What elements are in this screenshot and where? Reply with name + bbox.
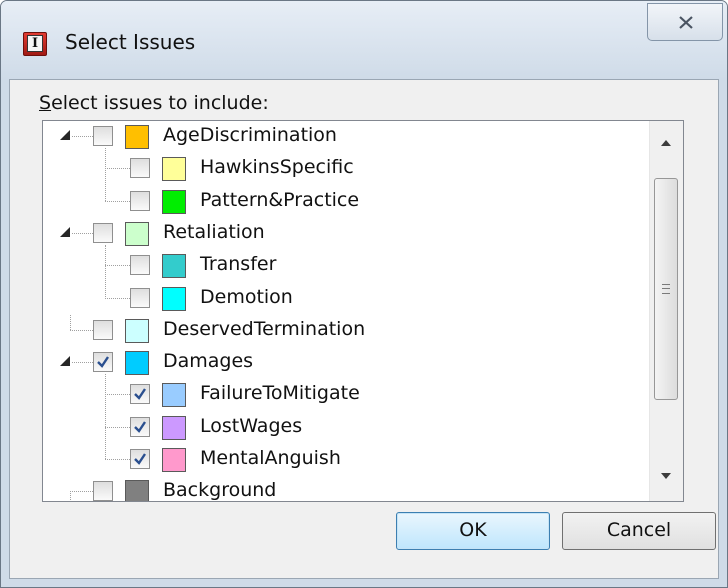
issue-label[interactable]: HawkinsSpecific [200, 156, 354, 178]
expand-toggle-icon[interactable] [60, 226, 70, 237]
issue-label[interactable]: Transfer [200, 253, 276, 275]
tree-item[interactable]: Damages [43, 347, 683, 377]
issue-checkbox[interactable] [93, 352, 113, 373]
select-issues-dialog: I Select Issues Select issues to include… [0, 0, 728, 588]
tree-child-item[interactable]: FailureToMitigate [43, 379, 683, 409]
issues-tree[interactable]: AgeDiscrimination HawkinsSpecific Pattern&… [42, 120, 684, 502]
issue-color-swatch [162, 448, 186, 472]
tree-child-item[interactable]: Transfer [43, 250, 683, 280]
close-icon [679, 16, 693, 29]
tree-item[interactable]: DeservedTermination [43, 315, 683, 345]
expand-toggle-icon[interactable] [60, 356, 70, 367]
issue-label[interactable]: Retaliation [163, 221, 265, 243]
issue-label[interactable]: AgeDiscrimination [163, 124, 337, 146]
app-icon: I [23, 32, 47, 56]
issue-color-swatch [125, 480, 149, 501]
issue-checkbox[interactable] [130, 416, 150, 437]
checkmark-icon [134, 421, 146, 433]
tree-child-item[interactable]: HawkinsSpecific [43, 153, 683, 183]
issue-label[interactable]: Pattern&Practice [200, 189, 359, 211]
issue-label[interactable]: DeservedTermination [163, 318, 365, 340]
close-button[interactable] [647, 3, 723, 41]
tree-item[interactable]: AgeDiscrimination [43, 121, 683, 151]
dialog-title: Select Issues [65, 30, 196, 54]
issue-color-swatch [162, 383, 186, 408]
issue-checkbox[interactable] [130, 384, 150, 405]
issue-color-swatch [162, 286, 186, 311]
issue-label[interactable]: MentalAnguish [200, 447, 341, 469]
issue-color-swatch [162, 189, 186, 214]
app-icon-letter: I [27, 35, 43, 52]
ok-button[interactable]: OK [396, 512, 550, 550]
instruction-label: Select issues to include: [39, 92, 269, 114]
issue-checkbox[interactable] [93, 126, 113, 146]
instruction-text: elect issues to include: [51, 92, 269, 114]
checkmark-icon [134, 453, 146, 465]
issue-label[interactable]: Background [163, 479, 276, 501]
title-bar[interactable]: I Select Issues [1, 1, 727, 79]
issue-color-swatch [125, 318, 149, 343]
issue-checkbox[interactable] [93, 222, 113, 243]
tree-item[interactable]: Retaliation [43, 218, 683, 248]
tree-child-item[interactable]: LostWages [43, 412, 683, 442]
issue-label[interactable]: FailureToMitigate [200, 382, 360, 404]
issue-checkbox[interactable] [93, 319, 113, 340]
issue-color-swatch [125, 125, 149, 149]
issue-label[interactable]: LostWages [200, 415, 302, 437]
issue-color-swatch [162, 254, 186, 279]
issue-label[interactable]: Demotion [200, 286, 293, 308]
tree-item[interactable]: Background [43, 476, 683, 501]
tree-child-item[interactable]: Pattern&Practice [43, 186, 683, 216]
issue-checkbox[interactable] [130, 158, 150, 179]
issue-label[interactable]: Damages [163, 350, 253, 372]
issue-checkbox[interactable] [130, 255, 150, 276]
issue-checkbox[interactable] [130, 449, 150, 469]
expand-toggle-icon[interactable] [60, 130, 70, 140]
issue-color-swatch [125, 351, 149, 376]
tree-child-item[interactable]: MentalAnguish [43, 444, 683, 474]
cancel-button[interactable]: Cancel [562, 512, 716, 550]
issue-checkbox[interactable] [130, 287, 150, 308]
checkmark-icon [97, 356, 109, 368]
tree-child-item[interactable]: Demotion [43, 283, 683, 313]
instruction-access-key: S [39, 92, 52, 114]
issue-color-swatch [162, 415, 186, 440]
dialog-body: Select issues to include: AgeDiscriminat… [9, 79, 719, 579]
issue-color-swatch [125, 221, 149, 246]
issue-color-swatch [162, 157, 186, 182]
issue-checkbox[interactable] [93, 481, 113, 501]
checkmark-icon [134, 388, 146, 401]
issue-checkbox[interactable] [130, 190, 150, 211]
